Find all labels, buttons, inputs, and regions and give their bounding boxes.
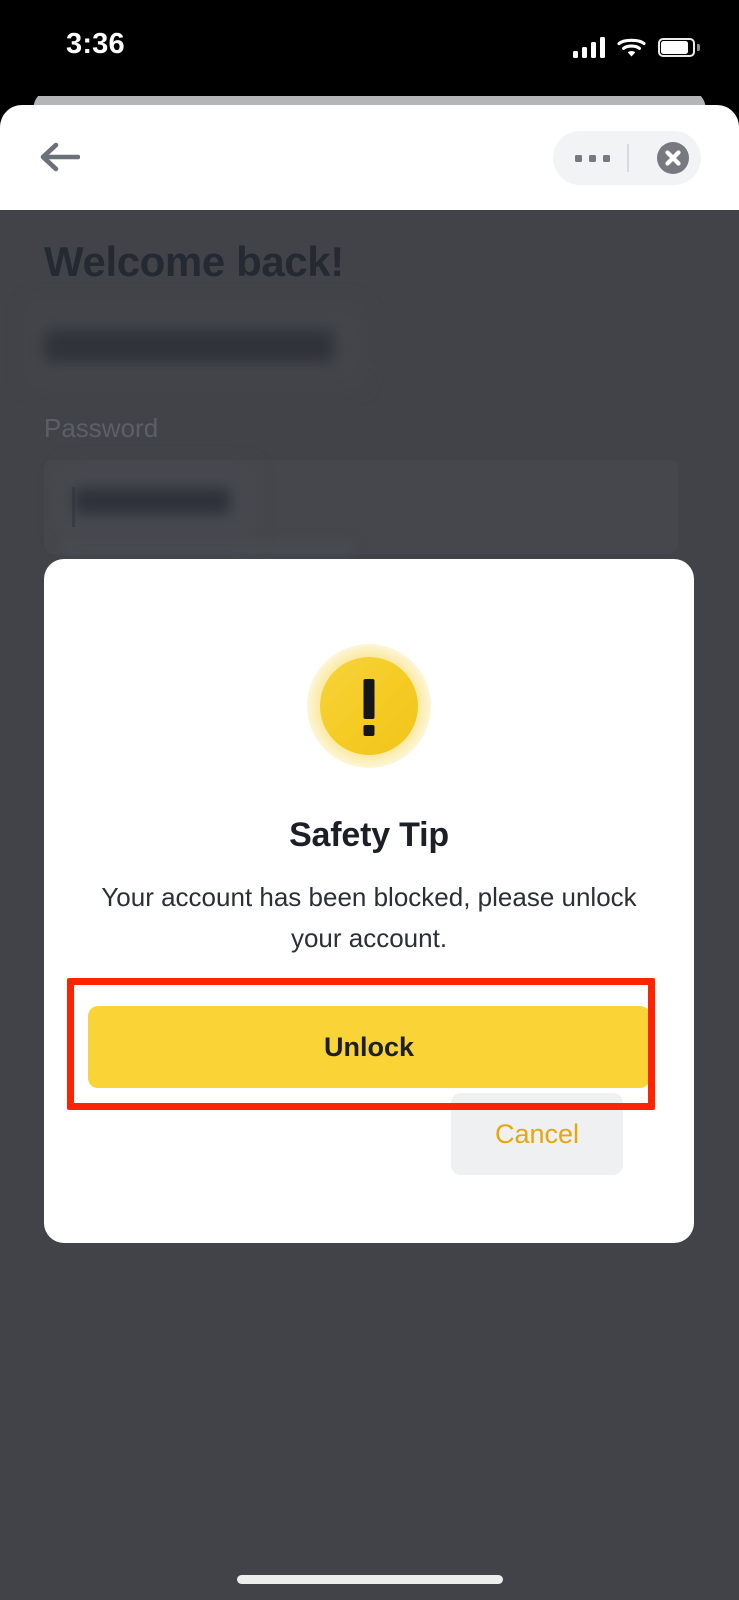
wifi-icon: [617, 36, 646, 58]
email-field-redacted-value: [44, 330, 334, 362]
browser-nav-bar: [0, 105, 739, 210]
dialog-message: Your account has been blocked, please un…: [101, 882, 637, 953]
close-circle-icon[interactable]: [657, 142, 689, 174]
page-title: Welcome back!: [44, 238, 344, 285]
status-bar: 3:36: [0, 0, 739, 96]
password-blur-underline: [62, 543, 352, 557]
battery-full-icon: [658, 37, 700, 57]
cancel-button[interactable]: Cancel: [451, 1093, 623, 1175]
home-indicator: [236, 1575, 503, 1584]
exclamation-dot: [363, 725, 375, 736]
status-bar-time: 3:36: [66, 28, 125, 60]
dialog-title: Safety Tip: [289, 816, 449, 854]
pill-divider: [627, 144, 629, 172]
more-options-icon[interactable]: [575, 154, 610, 162]
warning-exclamation-icon: [307, 644, 431, 768]
safety-tip-dialog: Safety Tip Your account has been blocked…: [44, 559, 694, 1243]
back-arrow-icon[interactable]: [38, 139, 81, 175]
cellular-signal-icon: [572, 36, 605, 58]
status-bar-icons: [572, 32, 700, 62]
password-redacted-value: [75, 488, 230, 514]
phone-screen: Welcome back! Password Safety Tip Your a…: [0, 0, 739, 1600]
unlock-button[interactable]: Unlock: [88, 1006, 650, 1088]
browser-action-pill: [553, 131, 701, 185]
exclamation-stem: [363, 679, 375, 719]
password-label: Password: [44, 413, 159, 443]
warning-icon-circle: [320, 657, 418, 755]
